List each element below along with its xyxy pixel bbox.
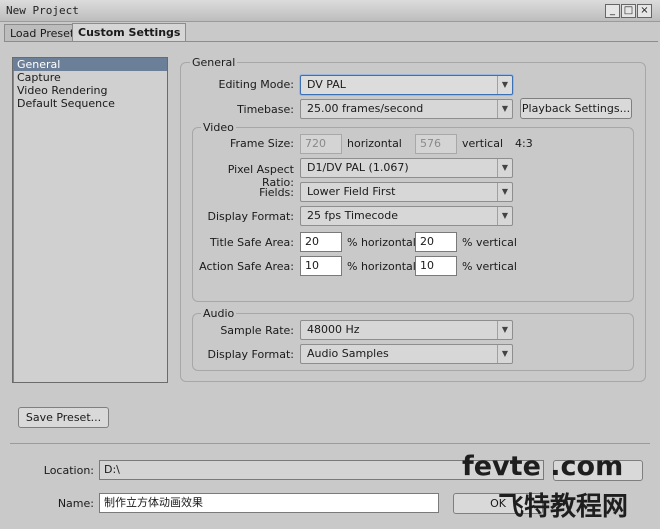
action-safe-vertical-field[interactable]: 10 — [415, 256, 457, 276]
save-preset-button[interactable]: Save Preset... — [18, 407, 109, 428]
fields-value: Lower Field First — [307, 185, 396, 198]
window-title: New Project — [6, 4, 79, 17]
name-field[interactable]: 制作立方体动画效果 — [99, 493, 439, 513]
editing-mode-dropdown[interactable]: DV PAL ▼ — [300, 75, 513, 95]
location-label: Location: — [43, 464, 94, 477]
pixel-aspect-dropdown[interactable]: D1/DV PAL (1.067) ▼ — [300, 158, 513, 178]
action-safe-horizontal-field[interactable]: 10 — [300, 256, 342, 276]
chevron-down-icon: ▼ — [497, 321, 512, 339]
editing-mode-label: Editing Mode: — [218, 78, 295, 91]
chevron-down-icon: ▼ — [497, 345, 512, 363]
maximize-icon: □ — [623, 5, 634, 16]
category-item-general[interactable]: General — [13, 58, 167, 71]
general-group-label: General — [190, 56, 238, 69]
chevron-down-icon: ▼ — [497, 183, 512, 201]
tab-load-preset[interactable]: Load Preset — [4, 24, 81, 41]
watermark-logo-chinese: 飞特教程网 — [498, 492, 629, 522]
display-format-value: 25 fps Timecode — [307, 209, 399, 222]
title-safe-horizontal-unit: % horizontal — [347, 236, 416, 249]
playback-settings-button[interactable]: Playback Settings... — [520, 98, 632, 119]
display-format-dropdown[interactable]: 25 fps Timecode ▼ — [300, 206, 513, 226]
audio-display-format-value: Audio Samples — [307, 347, 389, 360]
category-item-capture[interactable]: Capture — [13, 71, 167, 84]
divider — [10, 443, 650, 444]
watermark-logo-text: fevte .com — [462, 451, 624, 482]
audio-display-format-label: Display Format: — [207, 348, 294, 361]
audio-group-label: Audio — [201, 307, 237, 320]
tab-custom-settings[interactable]: Custom Settings — [72, 23, 187, 42]
title-safe-vertical-unit: % vertical — [462, 236, 517, 249]
aspect-ratio-text: 4:3 — [515, 137, 533, 150]
chevron-down-icon: ▼ — [497, 100, 512, 118]
pixel-aspect-value: D1/DV PAL (1.067) — [307, 161, 409, 174]
category-item-default-sequence[interactable]: Default Sequence — [13, 97, 167, 110]
category-item-video-rendering[interactable]: Video Rendering — [13, 84, 167, 97]
sample-rate-value: 48000 Hz — [307, 323, 360, 336]
minimize-button[interactable]: _ — [605, 4, 620, 18]
action-safe-vertical-unit: % vertical — [462, 260, 517, 273]
timebase-label: Timebase: — [237, 103, 294, 116]
frame-width-field[interactable]: 720 — [300, 134, 342, 154]
chevron-down-icon: ▼ — [497, 76, 512, 94]
action-safe-label: Action Safe Area: — [199, 260, 294, 273]
category-list[interactable]: General Capture Video Rendering Default … — [12, 57, 168, 383]
video-group-label: Video — [201, 121, 236, 134]
close-icon: × — [640, 5, 649, 16]
frame-size-label: Frame Size: — [229, 137, 294, 150]
sample-rate-label: Sample Rate: — [220, 324, 294, 337]
fields-label: Fields: — [259, 186, 294, 199]
display-format-label: Display Format: — [207, 210, 294, 223]
chevron-down-icon: ▼ — [497, 159, 512, 177]
title-safe-label: Title Safe Area: — [210, 236, 294, 249]
timebase-value: 25.00 frames/second — [307, 102, 424, 115]
frame-height-field[interactable]: 576 — [415, 134, 457, 154]
timebase-dropdown[interactable]: 25.00 frames/second ▼ — [300, 99, 513, 119]
minimize-icon: _ — [610, 5, 615, 16]
horizontal-text: horizontal — [347, 137, 402, 150]
sample-rate-dropdown[interactable]: 48000 Hz ▼ — [300, 320, 513, 340]
editing-mode-value: DV PAL — [307, 78, 346, 91]
close-button[interactable]: × — [637, 4, 652, 18]
title-safe-vertical-field[interactable]: 20 — [415, 232, 457, 252]
vertical-text: vertical — [462, 137, 504, 150]
maximize-button[interactable]: □ — [621, 4, 636, 18]
fields-dropdown[interactable]: Lower Field First ▼ — [300, 182, 513, 202]
title-bar: New Project _ □ × — [0, 0, 660, 22]
chevron-down-icon: ▼ — [497, 207, 512, 225]
action-safe-horizontal-unit: % horizontal — [347, 260, 416, 273]
audio-display-format-dropdown[interactable]: Audio Samples ▼ — [300, 344, 513, 364]
name-label: Name: — [57, 497, 94, 510]
title-safe-horizontal-field[interactable]: 20 — [300, 232, 342, 252]
